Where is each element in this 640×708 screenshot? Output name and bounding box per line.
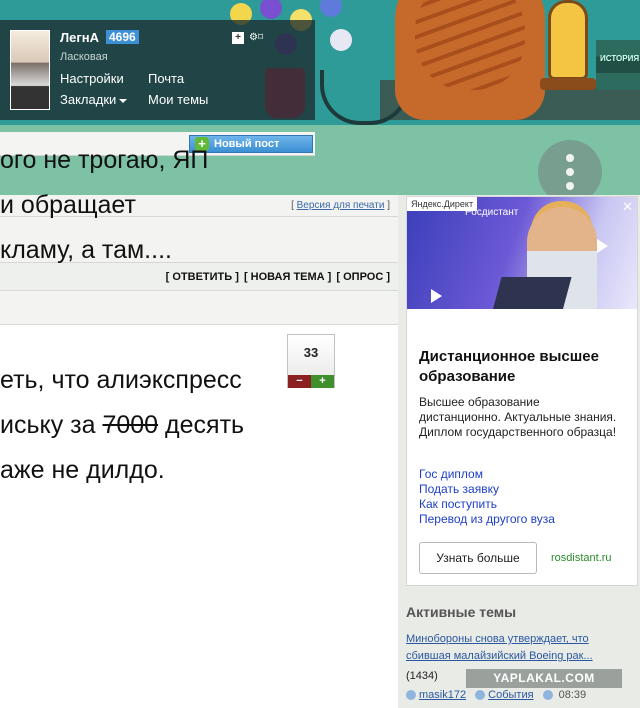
rate-up-button[interactable]: + (311, 375, 334, 388)
username[interactable]: ЛегнА (60, 30, 99, 45)
topic-category-link[interactable]: События (488, 689, 533, 701)
ad-laptop (492, 277, 572, 309)
ad-learn-more-button[interactable]: Узнать больше (419, 542, 537, 574)
ad-source-label: Яндекс.Директ (407, 197, 478, 211)
add-icon[interactable]: + (232, 32, 244, 44)
ad-domain[interactable]: rosdistant.ru (551, 552, 612, 564)
active-topics-title: Активные темы (406, 604, 517, 620)
post-line: и обращает (0, 191, 136, 219)
active-topic-link[interactable]: Минобороны снова утверждает, что сбившая… (406, 631, 626, 665)
user-icon (406, 690, 416, 701)
post-line: ого не трогаю, ЯП (0, 146, 209, 174)
post-spacer (0, 273, 330, 358)
rate-down-button[interactable]: − (288, 375, 311, 388)
book-label: ИСТОРИЯ (600, 54, 640, 63)
poll-button[interactable]: [ ОПРОС ] (336, 271, 390, 283)
post-line: еть, что алиэкспресс (0, 366, 242, 394)
flower-icon (330, 29, 352, 51)
strikethrough-number: 7000 (102, 411, 159, 439)
rating-value: 33 (303, 345, 319, 360)
site-watermark: YAPLAKAL.COM (466, 669, 622, 688)
ad-link[interactable]: Гос диплом (419, 467, 555, 482)
folder-icon (475, 690, 486, 701)
banner-lamp (548, 0, 588, 80)
ad-image[interactable]: Росдистант ✕ (407, 197, 637, 309)
play-icon[interactable] (597, 239, 608, 253)
topic-author-link[interactable]: masik172 (419, 689, 466, 701)
mail-link[interactable]: Почта (148, 71, 184, 86)
banner-books: ИСТОРИЯ (596, 40, 640, 90)
dot-icon (566, 168, 574, 176)
close-icon[interactable]: ✕ (622, 199, 633, 215)
ad-title[interactable]: Дистанционное высшее образование (419, 347, 629, 387)
post-line: кламу, а там.... (0, 236, 172, 264)
dot-icon (566, 154, 574, 162)
bookmarks-label: Закладки (60, 92, 117, 107)
active-topic-meta: masik172 События 08:39 (406, 689, 586, 701)
chevron-down-icon (119, 98, 128, 103)
ad-link[interactable]: Как поступить (419, 497, 555, 512)
post-line: аже не дилдо. (0, 456, 165, 484)
right-sidebar: Росдистант ✕ Яндекс.Директ Дистанционное… (398, 195, 640, 708)
flower-icon (320, 0, 342, 17)
ad-block[interactable]: Росдистант ✕ Яндекс.Директ Дистанционное… (406, 196, 638, 586)
ad-links: Гос диплом Подать заявку Как поступить П… (419, 467, 555, 527)
my-topics-link[interactable]: Мои темы (148, 92, 208, 107)
clock-icon (542, 690, 553, 701)
bookmarks-menu[interactable]: Закладки (60, 92, 128, 107)
post-rating: 33 − + (287, 334, 335, 388)
settings-link[interactable]: Настройки (60, 71, 124, 86)
user-tools: + ⚙⌑ (232, 32, 263, 44)
active-topic-count: (1434) (406, 670, 438, 682)
banner-lamp-base (540, 78, 596, 90)
user-panel: ЛегнА 4696 Ласковая + ⚙⌑ Настройки Почта … (0, 20, 315, 120)
dot-icon (566, 182, 574, 190)
banner-cat (395, 0, 545, 120)
reputation-badge[interactable]: 4696 (106, 30, 139, 44)
user-rank: Ласковая (60, 51, 108, 63)
flower-icon (260, 0, 282, 19)
post-line: иську за 7000 десять (0, 411, 245, 439)
ad-description: Высшее образование дистанционно. Актуаль… (419, 395, 617, 439)
topic-time: 08:39 (558, 689, 587, 701)
play-icon[interactable] (431, 289, 442, 303)
ad-link[interactable]: Подать заявку (419, 482, 555, 497)
avatar[interactable] (10, 30, 50, 110)
settings-icon[interactable]: ⚙⌑ (249, 32, 263, 43)
ad-link[interactable]: Перевод из другого вуза (419, 512, 555, 527)
post-body: ого не трогаю, ЯП и обращает кламу, а та… (0, 138, 330, 493)
